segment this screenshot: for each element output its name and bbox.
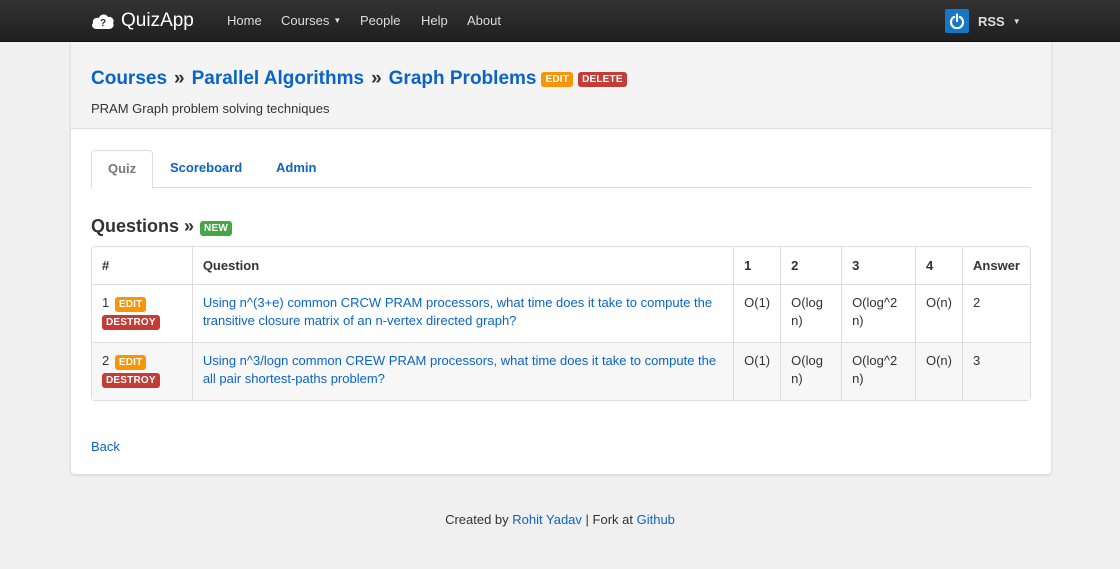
crumb-courses[interactable]: Courses <box>91 68 167 90</box>
crumb-separator: » <box>174 68 185 89</box>
nav-courses-dropdown[interactable]: Courses ▼ <box>281 13 341 28</box>
col-option-3: 3 <box>841 247 915 284</box>
back-link[interactable]: Back <box>91 439 120 454</box>
nav-about[interactable]: About <box>467 13 501 28</box>
page-subtitle: PRAM Graph problem solving techniques <box>91 101 330 116</box>
questions-title: Questions » <box>91 216 195 236</box>
user-name: RSS <box>978 13 1005 29</box>
col-number: # <box>102 258 110 273</box>
caret-down-icon: ▼ <box>1012 16 1021 26</box>
edit-quiz-button[interactable]: EDIT <box>541 71 574 87</box>
page-header: Courses » Parallel Algorithms » Graph Pr… <box>71 42 1051 129</box>
col-option-2: 2 <box>780 247 841 284</box>
user-menu-dropdown[interactable]: RSS ▼ <box>945 9 1021 33</box>
col-option-4: 4 <box>914 247 962 284</box>
footer: Created by Rohit Yadav | Fork at Github <box>0 512 1120 527</box>
cloud-question-icon: ? <box>92 14 114 29</box>
option-4-cell: O(n) <box>914 342 963 400</box>
row-number-cell: 2 EDIT DESTROY <box>92 342 192 400</box>
crumb-parallel-algorithms[interactable]: Parallel Algorithms <box>192 68 364 90</box>
question-cell: Using n^(3+e) common CRCW PRAM processor… <box>191 284 734 342</box>
footer-github-link[interactable]: Github <box>637 512 675 527</box>
col-answer: Answer <box>962 247 1030 284</box>
tab-bar: Quiz Scoreboard Admin <box>91 150 1031 189</box>
nav-help[interactable]: Help <box>421 13 448 28</box>
nav-courses-label: Courses <box>281 13 330 28</box>
footer-created-by: Created by <box>445 512 509 527</box>
option-3-cell: O(log^2 n) <box>841 342 915 400</box>
tab-admin[interactable]: Admin <box>260 150 332 188</box>
row-number: 2 <box>102 353 110 368</box>
nav-people[interactable]: People <box>360 13 400 28</box>
brand-name: QuizApp <box>121 10 194 31</box>
question-link[interactable]: Using n^(3+e) common CRCW PRAM processor… <box>203 295 712 328</box>
tab-scoreboard[interactable]: Scoreboard <box>154 150 258 188</box>
main-panel: Courses » Parallel Algorithms » Graph Pr… <box>71 42 1051 474</box>
brand-link[interactable]: ? QuizApp <box>91 8 194 34</box>
tab-quiz[interactable]: Quiz <box>91 150 154 189</box>
footer-author-link[interactable]: Rohit Yadav <box>512 512 582 527</box>
answer-cell: 2 <box>962 284 1030 342</box>
destroy-question-button[interactable]: DESTROY <box>102 373 160 388</box>
breadcrumb: Courses » Parallel Algorithms » Graph Pr… <box>91 68 627 90</box>
question-link[interactable]: Using n^3/logn common CREW PRAM processo… <box>203 353 716 386</box>
option-4-cell: O(n) <box>914 284 963 342</box>
option-1-cell: O(1) <box>733 284 781 342</box>
edit-question-button[interactable]: EDIT <box>114 355 147 370</box>
edit-question-button[interactable]: EDIT <box>114 297 147 312</box>
question-cell: Using n^3/logn common CREW PRAM processo… <box>191 342 734 400</box>
row-number: 1 <box>102 295 110 310</box>
navbar: ? QuizApp Home Courses ▼ People Help Abou… <box>0 0 1120 42</box>
option-3-cell: O(log^2 n) <box>841 284 915 342</box>
questions-table: # Question 1 2 3 4 Answer 1 EDIT DESTROY… <box>91 246 1031 401</box>
answer-cell: 3 <box>962 342 1030 400</box>
svg-text:?: ? <box>100 18 106 29</box>
option-1-cell: O(1) <box>733 342 781 400</box>
power-icon <box>945 9 969 33</box>
questions-heading: Questions » NEW <box>91 216 232 237</box>
table-row: 2 EDIT DESTROY Using n^3/logn common CRE… <box>92 342 1030 400</box>
option-2-cell: O(log n) <box>780 342 842 400</box>
crumb-separator: » <box>371 68 382 89</box>
col-question: Question <box>191 247 733 284</box>
nav-home[interactable]: Home <box>227 13 262 28</box>
table-header-row: # Question 1 2 3 4 Answer <box>92 247 1030 284</box>
destroy-question-button[interactable]: DESTROY <box>102 315 160 330</box>
delete-quiz-button[interactable]: DELETE <box>578 71 627 87</box>
caret-down-icon: ▼ <box>333 16 342 25</box>
new-question-button[interactable]: NEW <box>200 220 232 236</box>
col-option-1: 1 <box>733 247 780 284</box>
option-2-cell: O(log n) <box>780 284 842 342</box>
crumb-graph-problems[interactable]: Graph Problems <box>389 68 537 90</box>
footer-fork-text: | Fork at <box>585 512 633 527</box>
table-row: 1 EDIT DESTROY Using n^(3+e) common CRCW… <box>92 284 1030 342</box>
row-number-cell: 1 EDIT DESTROY <box>92 284 192 342</box>
